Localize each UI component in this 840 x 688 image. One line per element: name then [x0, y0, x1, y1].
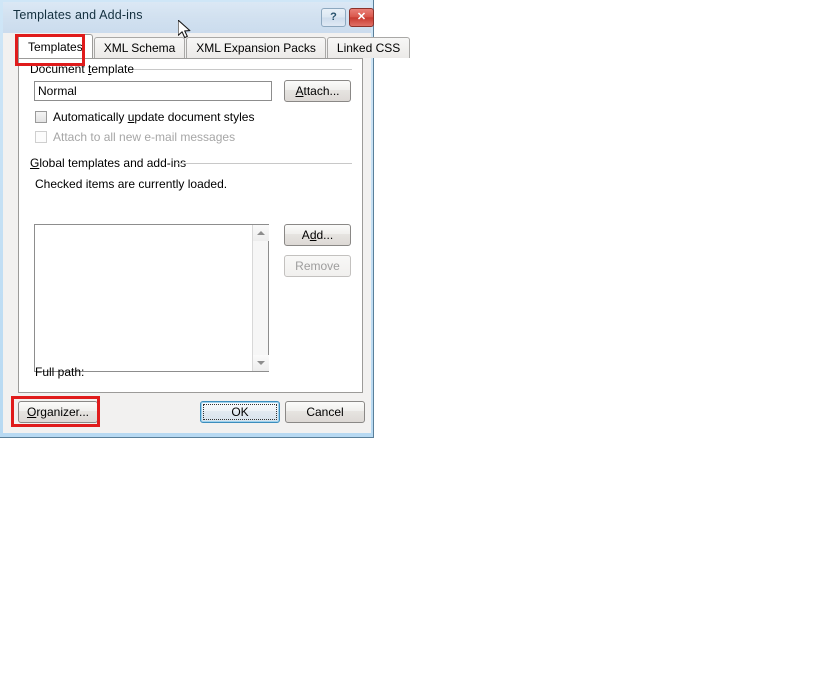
- title-bar[interactable]: Templates and Add-ins ? ✕: [3, 2, 374, 33]
- remove-button-label: Remove: [295, 259, 340, 273]
- screen-root: Templates and Add-ins ? ✕ Templates XML …: [0, 0, 840, 688]
- auto-update-styles-checkbox-row[interactable]: Automatically update document styles: [35, 110, 254, 124]
- question-mark-icon: ?: [330, 11, 337, 23]
- scroll-up-arrow-icon[interactable]: [253, 225, 269, 241]
- add-button[interactable]: Add...: [284, 224, 351, 246]
- templates-tab-panel: Document template Attach... Automaticall…: [18, 58, 363, 393]
- dialog-title: Templates and Add-ins: [13, 8, 143, 22]
- tab-strip: Templates XML Schema XML Expansion Packs…: [18, 34, 411, 58]
- scroll-down-arrow-icon[interactable]: [253, 355, 269, 371]
- close-button[interactable]: ✕: [349, 8, 374, 27]
- tab-linked-css[interactable]: Linked CSS: [326, 37, 411, 58]
- attach-to-email-checkbox-row: Attach to all new e-mail messages: [35, 130, 235, 144]
- attach-to-email-checkbox: [35, 131, 47, 143]
- full-path-label: Full path:: [35, 365, 85, 379]
- close-icon: ✕: [356, 11, 367, 23]
- tab-xml-expansion-packs[interactable]: XML Expansion Packs: [186, 37, 326, 58]
- document-template-input[interactable]: [34, 81, 272, 101]
- help-button[interactable]: ?: [321, 8, 346, 27]
- tab-linked-css-label: Linked CSS: [336, 41, 401, 55]
- attach-to-email-label: Attach to all new e-mail messages: [53, 130, 236, 144]
- cancel-button-label: Cancel: [306, 405, 344, 419]
- tab-xml-schema-label: XML Schema: [103, 41, 176, 55]
- auto-update-styles-checkbox[interactable]: [35, 111, 47, 123]
- checked-items-hint: Checked items are currently loaded.: [35, 177, 228, 191]
- dialog-body: Templates XML Schema XML Expansion Packs…: [3, 33, 411, 433]
- ok-button-label: OK: [231, 405, 249, 419]
- organizer-button[interactable]: Organizer...: [18, 401, 98, 423]
- document-template-group-label: Document template: [30, 62, 140, 76]
- attach-button[interactable]: Attach...: [284, 80, 351, 102]
- global-templates-group-rule: [177, 163, 352, 164]
- tab-xml-expansion-packs-label: XML Expansion Packs: [196, 41, 316, 55]
- tab-xml-schema[interactable]: XML Schema: [93, 37, 186, 58]
- tab-templates-label: Templates: [28, 39, 83, 54]
- remove-button: Remove: [284, 255, 351, 277]
- tab-templates[interactable]: Templates: [18, 34, 93, 58]
- global-addins-listbox[interactable]: [34, 224, 269, 372]
- cancel-button[interactable]: Cancel: [285, 401, 365, 423]
- templates-and-addins-dialog: Templates and Add-ins ? ✕ Templates XML …: [0, 0, 411, 438]
- listbox-scrollbar[interactable]: [252, 225, 269, 371]
- auto-update-styles-label: Automatically update document styles: [53, 110, 255, 124]
- global-templates-group-label: Global templates and add-ins: [30, 156, 192, 170]
- document-template-group-rule: [134, 69, 352, 70]
- ok-button[interactable]: OK: [200, 401, 280, 423]
